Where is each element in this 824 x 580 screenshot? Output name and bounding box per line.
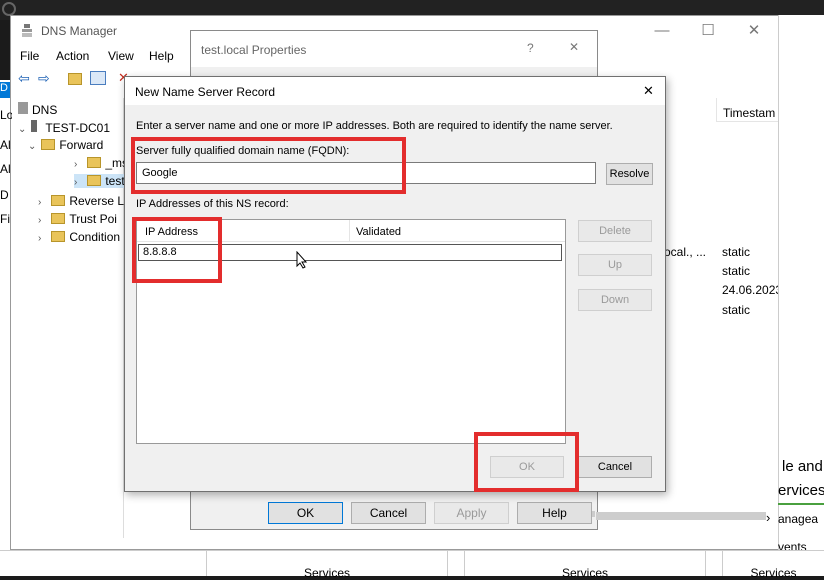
- right-panel-text: le and: [782, 458, 823, 475]
- right-panel-text: ervices: [778, 482, 824, 499]
- record-timestamp: 24.06.2023: [722, 283, 783, 297]
- dns-manager-title: DNS Manager: [41, 24, 118, 38]
- mouse-cursor-icon: [296, 250, 308, 269]
- right-panel-underline: [778, 503, 824, 505]
- dialog-title: New Name Server Record: [135, 85, 276, 99]
- record-data: ocal., ...: [664, 245, 707, 259]
- properties-close-button[interactable]: ✕: [569, 40, 579, 54]
- tree-item-reverse[interactable]: › Reverse L: [38, 194, 124, 208]
- timestamp-column-header[interactable]: Timestam: [716, 98, 778, 122]
- folder-icon: [51, 213, 66, 224]
- services-tile[interactable]: Services: [722, 550, 824, 580]
- validated-column-header[interactable]: Validated: [350, 220, 565, 242]
- maximize-icon[interactable]: ☐: [693, 20, 723, 42]
- properties-apply-button[interactable]: Apply: [434, 502, 509, 524]
- services-tile[interactable]: Services: [206, 550, 448, 580]
- properties-titlebar: test.local Properties ? ✕: [191, 31, 597, 67]
- right-panel-arrow[interactable]: ›: [766, 510, 770, 525]
- dialog-titlebar: New Name Server Record ✕: [125, 77, 665, 105]
- dns-server-icon: [18, 102, 28, 114]
- chevron-down-icon[interactable]: ⌄: [18, 124, 28, 135]
- console-tree: DNS ⌄ TEST-DC01 ⌄ Forward › _msd › test.…: [12, 98, 138, 538]
- up-button[interactable]: Up: [578, 254, 652, 276]
- properties-cancel-button[interactable]: Cancel: [351, 502, 426, 524]
- highlight-fqdn: [131, 137, 406, 194]
- left-edge-letter: D: [0, 188, 9, 202]
- forward-icon[interactable]: ⇨: [38, 70, 50, 87]
- folder-icon: [51, 195, 66, 206]
- properties-help-button[interactable]: ?: [527, 41, 534, 55]
- menu-view[interactable]: View: [108, 49, 134, 63]
- folder-icon: [41, 139, 56, 150]
- chevron-right-icon[interactable]: ›: [74, 177, 84, 188]
- chevron-right-icon[interactable]: ›: [38, 233, 48, 244]
- delete-button[interactable]: Delete: [578, 220, 652, 242]
- menu-file[interactable]: File: [20, 49, 39, 63]
- tree-item-dns[interactable]: DNS: [18, 102, 57, 117]
- menubar: File Action View Help: [12, 49, 182, 65]
- right-panel-link[interactable]: anagea: [778, 512, 818, 526]
- ip-addresses-label: IP Addresses of this NS record:: [136, 198, 289, 210]
- properties-title: test.local Properties: [201, 43, 307, 57]
- highlight-ip-address: [132, 217, 222, 283]
- properties-hscroll[interactable]: [596, 512, 766, 520]
- console-tree-icon[interactable]: [90, 71, 106, 85]
- desktop-icon: [2, 2, 16, 16]
- left-selection: D: [0, 82, 10, 98]
- chevron-right-icon[interactable]: ›: [38, 215, 48, 226]
- left-edge-letter: Al: [0, 162, 11, 176]
- tree-item-forward[interactable]: ⌄ Forward: [28, 138, 103, 152]
- left-edge-letter: Fi: [0, 212, 10, 226]
- chevron-right-icon[interactable]: ›: [74, 159, 84, 170]
- left-edge-letter: Al: [0, 138, 11, 152]
- properties-ok-button[interactable]: OK: [268, 502, 343, 524]
- properties-help-bottom-button[interactable]: Help: [517, 502, 592, 524]
- tree-item-trust[interactable]: › Trust Poi: [38, 212, 117, 226]
- server-icon: [31, 120, 38, 132]
- close-icon[interactable]: ✕: [739, 20, 769, 42]
- dialog-instruction: Enter a server name and one or more IP a…: [136, 120, 613, 132]
- folder-icon: [51, 231, 66, 242]
- tree-item-conditional[interactable]: › Condition: [38, 230, 120, 244]
- zone-icon: [87, 157, 102, 168]
- record-timestamp: static: [722, 245, 751, 259]
- record-timestamp: static: [722, 264, 751, 278]
- record-timestamp: static: [722, 303, 751, 317]
- dialog-cancel-button[interactable]: Cancel: [578, 456, 652, 478]
- zone-icon: [87, 175, 102, 186]
- chevron-down-icon[interactable]: ⌄: [28, 141, 38, 152]
- services-tile[interactable]: Services: [464, 550, 706, 580]
- down-button[interactable]: Down: [578, 289, 652, 311]
- resolve-button[interactable]: Resolve: [606, 163, 653, 185]
- dns-app-icon: [21, 24, 33, 38]
- back-icon[interactable]: ⇦: [18, 70, 30, 87]
- tree-item-server[interactable]: ⌄ TEST-DC01: [18, 120, 110, 135]
- minimize-icon[interactable]: —: [647, 20, 677, 42]
- menu-action[interactable]: Action: [56, 49, 89, 63]
- chevron-right-icon[interactable]: ›: [38, 197, 48, 208]
- up-folder-icon[interactable]: [68, 73, 82, 85]
- menu-help[interactable]: Help: [149, 49, 174, 63]
- highlight-ok-button: [474, 432, 579, 492]
- dialog-close-button[interactable]: ✕: [643, 83, 654, 99]
